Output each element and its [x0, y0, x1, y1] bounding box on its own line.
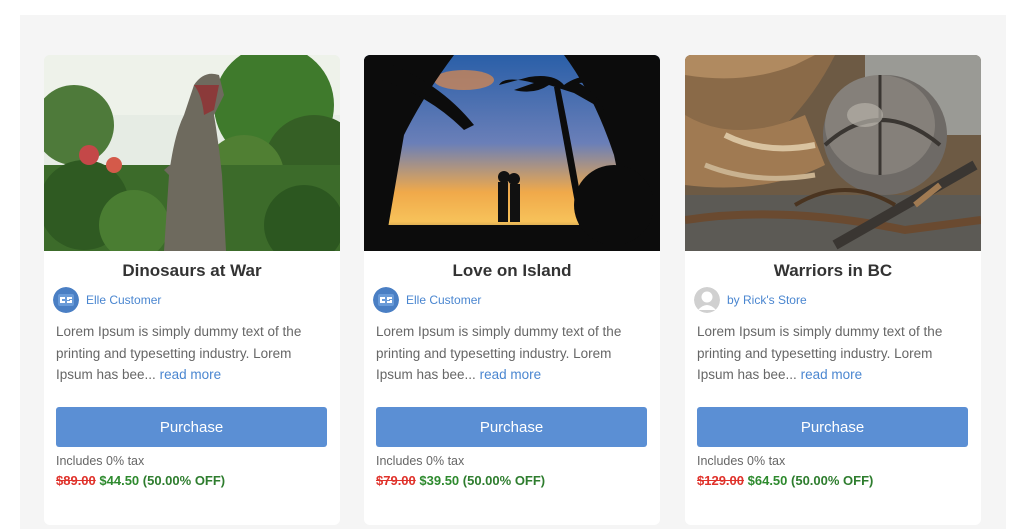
tax-note: Includes 0% tax	[376, 454, 465, 468]
product-description: Lorem Ipsum is simply dummy text of the …	[376, 321, 651, 386]
tax-note: Includes 0% tax	[697, 454, 786, 468]
purchase-button[interactable]: Purchase	[697, 407, 968, 447]
author-name[interactable]: Elle Customer	[86, 293, 161, 307]
original-price: $79.00	[376, 473, 416, 488]
product-card: Love on Island Elle Customer Lorem Ipsum…	[364, 55, 660, 525]
price-line: $129.00 $64.50 (50.00% OFF)	[697, 473, 873, 488]
tax-note: Includes 0% tax	[56, 454, 145, 468]
read-more-link[interactable]: read more	[480, 367, 542, 382]
product-card: Warriors in BC by Rick's Store Lorem Ips…	[685, 55, 981, 525]
product-description: Lorem Ipsum is simply dummy text of the …	[56, 321, 331, 386]
discount-label: (50.00% OFF)	[462, 473, 546, 488]
read-more-link[interactable]: read more	[160, 367, 222, 382]
discount-label: (50.00% OFF)	[791, 473, 874, 488]
product-image-warrior[interactable]	[685, 55, 981, 251]
product-grid: Dinosaurs at War Elle Customer Lorem Ips…	[20, 15, 1006, 529]
product-card: Dinosaurs at War Elle Customer Lorem Ips…	[44, 55, 340, 525]
logo-avatar-icon	[373, 287, 399, 313]
sale-price: $44.50	[99, 473, 140, 488]
purchase-button[interactable]: Purchase	[376, 407, 647, 447]
read-more-link[interactable]: read more	[801, 367, 863, 382]
purchase-button[interactable]: Purchase	[56, 407, 327, 447]
discount-label: (50.00% OFF)	[142, 473, 226, 488]
product-image-dinosaur[interactable]	[44, 55, 340, 251]
author-name[interactable]: Elle Customer	[406, 293, 481, 307]
logo-avatar-icon	[53, 287, 79, 313]
price-line: $79.00 $39.50 (50.00% OFF)	[376, 473, 545, 488]
product-title[interactable]: Dinosaurs at War	[44, 261, 340, 281]
sale-price: $64.50	[747, 473, 788, 488]
sale-price: $39.50	[419, 473, 460, 488]
product-image-island[interactable]	[364, 55, 660, 251]
product-description: Lorem Ipsum is simply dummy text of the …	[697, 321, 972, 386]
original-price: $129.00	[697, 473, 744, 488]
author-info[interactable]: by Rick's Store	[694, 287, 807, 313]
original-price: $89.00	[56, 473, 96, 488]
product-title[interactable]: Warriors in BC	[685, 261, 981, 281]
product-title[interactable]: Love on Island	[364, 261, 660, 281]
author-info[interactable]: Elle Customer	[373, 287, 481, 313]
author-info[interactable]: Elle Customer	[53, 287, 161, 313]
price-line: $89.00 $44.50 (50.00% OFF)	[56, 473, 225, 488]
default-user-icon	[694, 287, 720, 313]
author-name[interactable]: by Rick's Store	[727, 293, 807, 307]
